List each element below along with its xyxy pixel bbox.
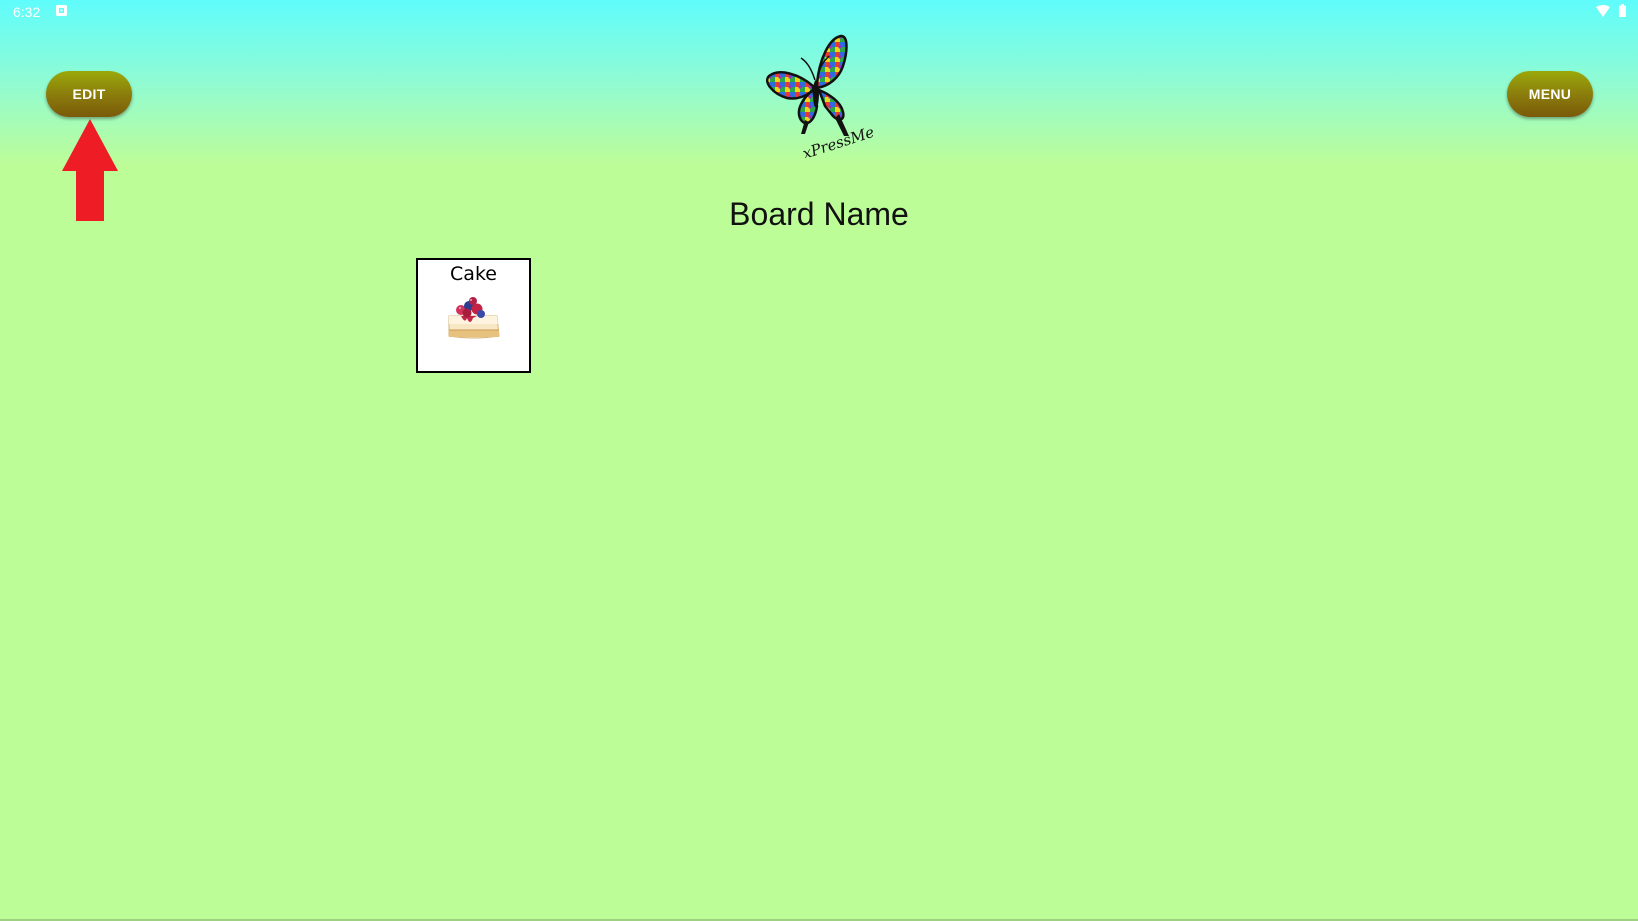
- tile-label: Cake: [450, 263, 497, 285]
- menu-button[interactable]: MENU: [1507, 71, 1593, 117]
- notification-icon: [56, 5, 67, 16]
- board-name: Board Name: [729, 196, 909, 232]
- battery-icon: [1619, 4, 1626, 17]
- arrow-up-icon: [62, 119, 118, 221]
- status-time: 6:32: [13, 4, 41, 20]
- edit-button[interactable]: EDIT: [46, 71, 132, 117]
- butterfly-logo: xPressMe: [766, 34, 877, 158]
- status-bar: 6:32: [0, 0, 1638, 24]
- menu-button-label: MENU: [1528, 86, 1572, 102]
- logo-text: xPressMe: [800, 123, 876, 158]
- wifi-icon: [1596, 5, 1610, 17]
- edit-button-label: EDIT: [72, 86, 106, 102]
- cake-icon: [448, 297, 500, 339]
- board-tile-cake[interactable]: Cake: [416, 258, 531, 373]
